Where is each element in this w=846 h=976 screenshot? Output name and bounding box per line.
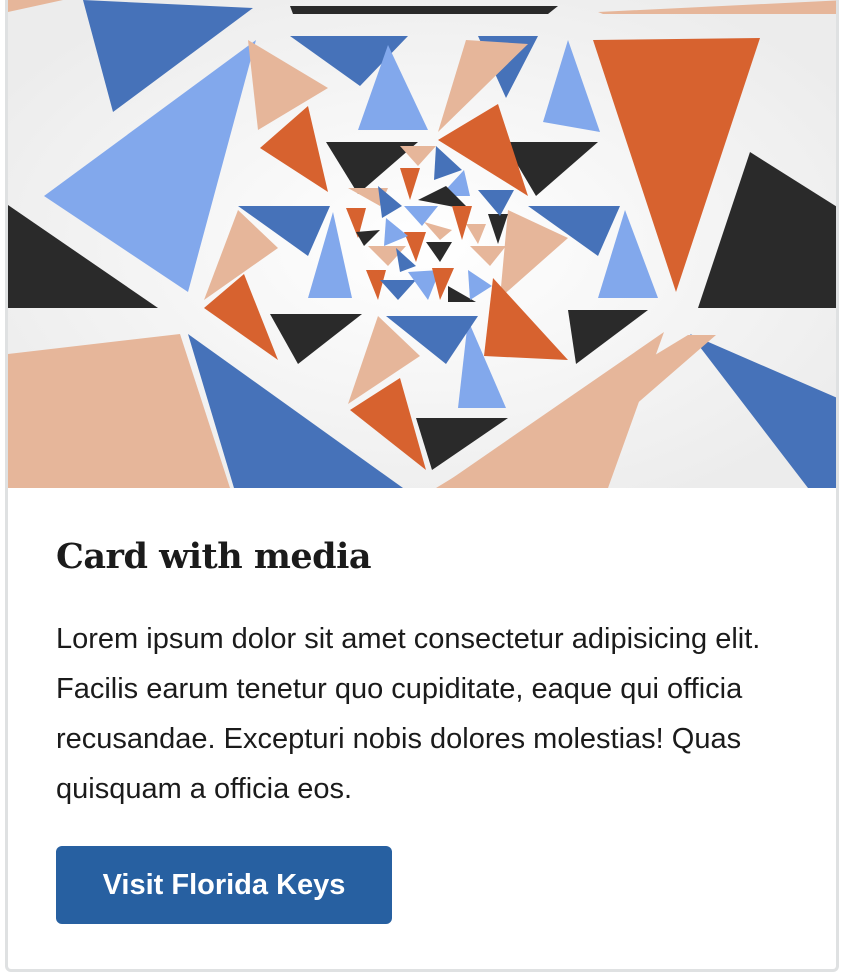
card-description: Lorem ipsum dolor sit amet consectetur a… bbox=[56, 623, 761, 805]
geometric-triangles-artwork bbox=[8, 0, 836, 488]
card-media-image bbox=[8, 0, 836, 488]
visit-florida-keys-button[interactable]: Visit Florida Keys bbox=[56, 846, 392, 924]
card-title: Card with media bbox=[56, 536, 372, 577]
media-card: Card with media Lorem ipsum dolor sit am… bbox=[5, 0, 839, 972]
